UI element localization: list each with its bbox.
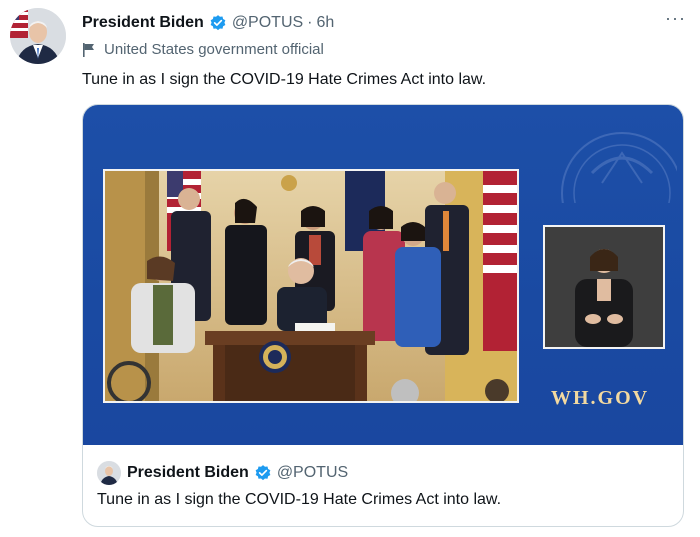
quoted-author-handle: @POTUS — [276, 464, 349, 481]
tweet-timestamp[interactable]: 6h — [317, 14, 335, 32]
quoted-author-name: President Biden — [127, 464, 249, 481]
government-flag-icon — [82, 42, 96, 58]
quoted-tweet-header: President Biden @POTUS — [97, 461, 348, 485]
tweet-text: Tune in as I sign the COVID-19 Hate Crim… — [82, 71, 487, 88]
verified-badge-icon — [254, 464, 272, 482]
seal-watermark — [561, 132, 677, 203]
whitehouse-brand-text: WH.GOV — [551, 387, 650, 409]
sign-language-interpreter-video[interactable] — [543, 225, 665, 349]
account-label[interactable]: United States government official — [82, 41, 324, 58]
quoted-author-avatar[interactable] — [97, 461, 121, 485]
author-avatar[interactable] — [10, 8, 66, 64]
header-separator: · — [307, 14, 313, 31]
author-name[interactable]: President Biden — [82, 14, 204, 32]
quoted-tweet-text: Tune in as I sign the COVID-19 Hate Crim… — [97, 491, 502, 508]
quoted-tweet-card[interactable]: WH.GOV President Biden @POTUS Tune in as… — [82, 104, 684, 527]
signing-ceremony-video[interactable] — [103, 169, 519, 403]
author-handle[interactable]: @POTUS — [232, 14, 303, 32]
account-label-text: United States government official — [104, 41, 324, 58]
video-media[interactable]: WH.GOV — [83, 105, 683, 445]
tweet-header: President Biden @POTUS · 6h — [82, 12, 334, 34]
verified-badge-icon — [209, 14, 227, 32]
more-options-icon[interactable]: ··· — [665, 8, 686, 29]
